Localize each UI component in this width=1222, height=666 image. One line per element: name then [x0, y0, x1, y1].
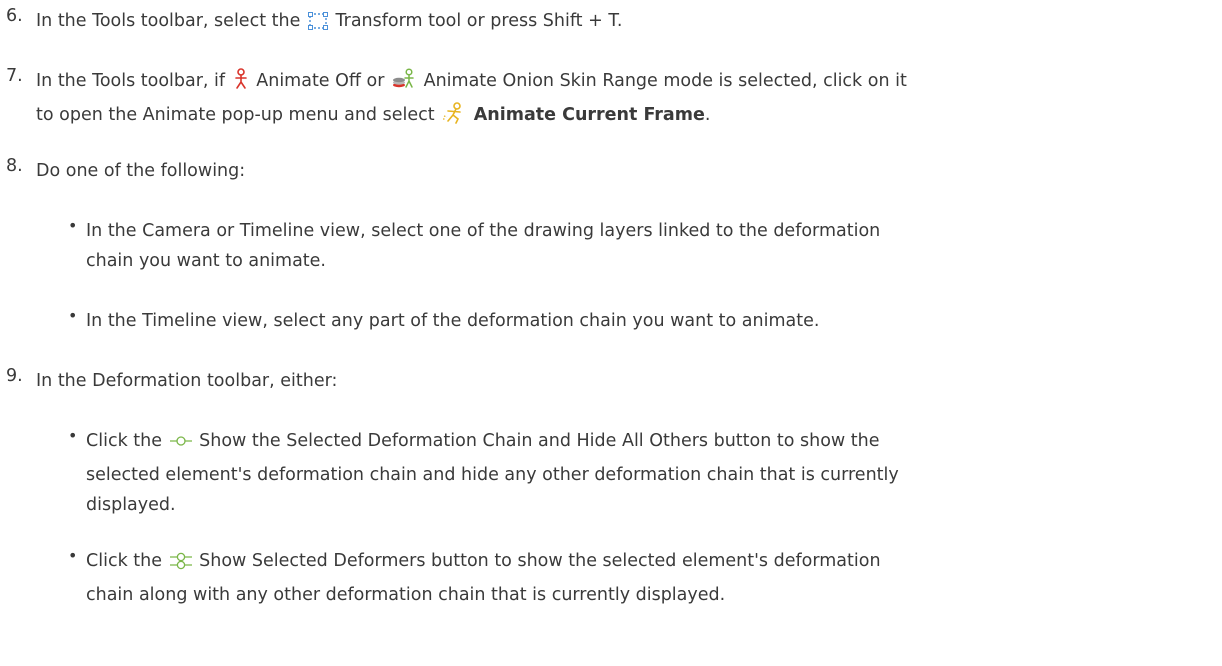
step-text: Animate Onion Skin Range mode is selecte…	[423, 71, 907, 91]
step-body: In the Deformation toolbar, either:	[36, 371, 338, 391]
bullet-text: Click the Show Selected Deformers button…	[86, 546, 1212, 610]
step-text: to open the Animate pop-up menu and sele…	[36, 105, 435, 125]
step-text: Animate Off or	[256, 71, 385, 91]
step-text: Transform tool or press Shift + T.	[335, 11, 623, 31]
step-line: to open the Animate pop-up menu and sele…	[36, 100, 1212, 134]
bullet-line: chain along with any other deformation c…	[86, 585, 726, 605]
step-number: 6.	[6, 6, 23, 26]
step-text: In the Tools toolbar, if	[36, 71, 226, 91]
step-line: In the Tools toolbar, if Animate Off or	[36, 66, 1212, 100]
bullet-line: In the Camera or Timeline view, select o…	[86, 221, 881, 241]
bold-term: Animate Current Frame	[473, 105, 705, 125]
bullet-text: Click the Show the Selected Deformation …	[86, 426, 1212, 520]
bullet-icon: •	[68, 426, 78, 445]
document-page: 6. In the Tools toolbar, select the Tran…	[0, 0, 1222, 666]
bullet-text: In the Camera or Timeline view, select o…	[86, 216, 1212, 276]
bullet-text: In the Timeline view, select any part of…	[86, 306, 1212, 336]
step-number: 7.	[6, 66, 23, 86]
bullet-line: Click the Show the Selected Deformation …	[86, 426, 1212, 460]
show-selected-deformers-icon	[169, 550, 192, 580]
bullet-icon: •	[68, 306, 78, 325]
bullet-prefix: Click the	[86, 431, 162, 451]
step-body: Do one of the following:	[36, 161, 246, 181]
bullet-text-rest: Show the Selected Deformation Chain and …	[199, 431, 880, 451]
bullet-line: In the Timeline view, select any part of…	[86, 311, 820, 331]
animate-current-frame-icon	[442, 102, 466, 134]
animate-onion-skin-range-icon	[392, 68, 416, 100]
step-body: In the Tools toolbar, if Animate Off or	[36, 66, 1212, 134]
step-number: 8.	[6, 156, 23, 176]
bullet-prefix: Click the	[86, 551, 162, 571]
bullet-line: selected element's deformation chain and…	[86, 465, 899, 485]
step-text: In the Tools toolbar, select the	[36, 11, 301, 31]
animate-off-icon	[233, 68, 249, 100]
bullet-line: displayed.	[86, 495, 176, 515]
bullet-line: chain you want to animate.	[86, 251, 326, 271]
bullet-icon: •	[68, 216, 78, 235]
bullet-icon: •	[68, 546, 78, 565]
step-body: In the Tools toolbar, select the Transfo…	[36, 6, 1212, 40]
show-selected-chain-hide-others-icon	[169, 430, 192, 460]
step-number: 9.	[6, 366, 23, 386]
bullet-line: Click the Show Selected Deformers button…	[86, 546, 1212, 580]
step-text: .	[704, 105, 711, 125]
transform-tool-icon	[307, 10, 328, 40]
bullet-text-rest: Show Selected Deformers button to show t…	[199, 551, 881, 571]
